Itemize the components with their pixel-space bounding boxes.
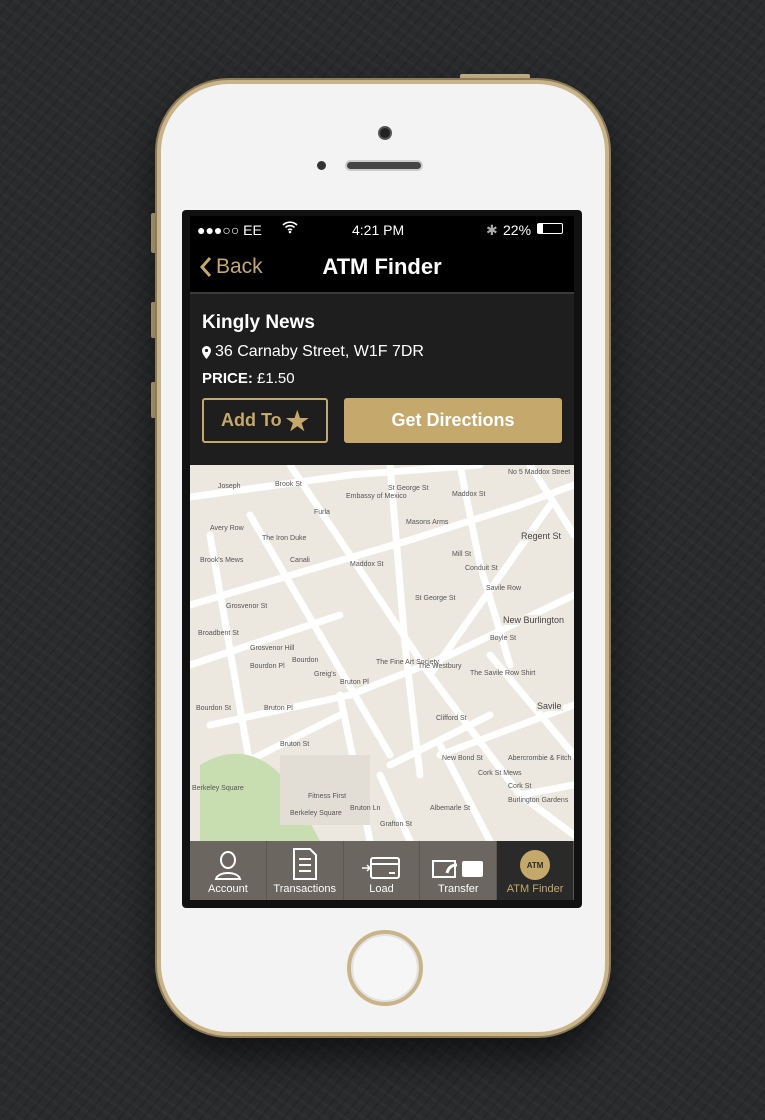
map-label: Albemarle St [430, 805, 471, 812]
map-label: Joseph [218, 483, 241, 490]
map-label: Cork St Mews [478, 770, 522, 777]
tab-transfer[interactable]: Transfer [420, 841, 498, 900]
map-label: Grosvenor Hill [250, 645, 295, 652]
add-to-label: Add To [221, 410, 282, 430]
location-price: PRICE: £1.50 [202, 370, 562, 387]
map-label: Greig's [314, 671, 336, 678]
map-label: Mill St [452, 551, 472, 558]
home-button[interactable] [347, 930, 423, 1006]
camera [378, 126, 392, 140]
volume-down-button [151, 382, 156, 418]
map-label: Furla [314, 509, 330, 516]
get-directions-button[interactable]: Get Directions [344, 398, 562, 443]
map-label: Savile Row [486, 585, 522, 592]
map-label: Avery Row [210, 525, 244, 532]
map-label: St George St [388, 485, 429, 492]
map-label: Bruton Pl [340, 679, 369, 686]
speaker [345, 160, 423, 171]
map-label: Embassy of Mexico [346, 493, 407, 500]
tab-bar: Account Transactions Load Transfer ATM A… [190, 841, 574, 900]
location-name: Kingly News [202, 312, 315, 333]
map-label: The Westbury [418, 663, 462, 670]
map-pin-icon [202, 345, 211, 359]
location-details: Kingly News 36 Carnaby Street, W1F 7DR P… [190, 294, 574, 464]
document-list-icon [292, 848, 317, 880]
tab-transactions[interactable]: Transactions [267, 841, 344, 900]
transfer-wallet-icon [432, 860, 484, 878]
tab-account[interactable]: Account [190, 841, 267, 900]
map-view[interactable]: Joseph Brook St Embassy of Mexico St Geo… [190, 465, 574, 841]
map-label: Canali [290, 557, 310, 564]
battery-percent: 22% [503, 222, 532, 238]
map-label: Grosvenor St [226, 603, 268, 610]
map-label: Burlington Gardens [508, 797, 569, 804]
map-label: The Savile Row Shirt [470, 670, 536, 677]
battery-icon [537, 223, 563, 234]
location-address: 36 Carnaby Street, W1F 7DR [202, 343, 562, 361]
tab-label: Transfer [438, 883, 479, 895]
price-label: PRICE: [202, 370, 253, 387]
map-label: New Bond St [442, 755, 483, 762]
map-label: St George St [415, 595, 456, 602]
map-label: The Iron Duke [262, 535, 307, 542]
tab-label: Account [208, 883, 248, 895]
page-title: ATM Finder [322, 254, 442, 279]
map-label: No 5 Maddox Street [508, 469, 571, 476]
map-label: Bourdon Pl [250, 663, 285, 670]
map-label: Bourdon [292, 657, 319, 664]
sensor [317, 161, 326, 170]
atm-icon: ATM [520, 850, 551, 880]
map-label: Masons Arms [406, 519, 449, 526]
map-label: Maddox St [452, 491, 486, 498]
card-icon [362, 857, 401, 879]
person-icon [214, 851, 242, 880]
map-label: Grafton St [380, 821, 412, 828]
tab-label: Load [369, 883, 394, 895]
map-label: Bruton St [280, 741, 310, 748]
map-label: Maddox St [350, 561, 384, 568]
map-label: Brook's Mews [200, 557, 244, 564]
address-text: 36 Carnaby Street, W1F 7DR [215, 343, 424, 360]
map-label: New Burlington [502, 615, 566, 625]
power-button [460, 74, 530, 79]
map-label: Conduit St [465, 565, 498, 572]
tab-atm-finder[interactable]: ATM ATM Finder [497, 841, 574, 900]
map-label: Berkeley Square [192, 785, 244, 792]
map-label: Cork St [508, 783, 532, 790]
screen: ●●●○○ EE 4:21 PM ✱ 22% Back ATM Finder K… [182, 210, 582, 908]
price-value: £1.50 [257, 370, 295, 387]
map-label: Clifford St [436, 715, 467, 722]
status-bar: ●●●○○ EE 4:21 PM ✱ 22% [190, 216, 574, 242]
navigation-bar: Back ATM Finder [190, 242, 574, 294]
map-label: Savile [536, 701, 563, 711]
tab-label: ATM Finder [506, 883, 564, 895]
map-label: Bruton Pl [264, 705, 293, 712]
map-label: Berkeley Square [290, 810, 342, 817]
clock: 4:21 PM [352, 222, 405, 238]
carrier: ●●●○○ EE [197, 222, 262, 238]
map-label: Fitness First [308, 793, 347, 800]
map-label: Abercrombie & Fitch [508, 755, 572, 762]
bluetooth-icon: ✱ [486, 222, 498, 238]
map-label: Regent St [520, 531, 563, 541]
map-label: Broadbent St [198, 630, 239, 637]
wifi-icon [282, 220, 298, 237]
map-label: Bourdon St [196, 705, 232, 712]
map-label: Brook St [275, 481, 302, 488]
volume-up-button [151, 302, 156, 338]
add-to-favourites-button[interactable]: Add To ★ [202, 398, 328, 443]
map-label: Boyle St [490, 635, 517, 642]
map-label: Bruton Ln [350, 805, 381, 812]
tab-load[interactable]: Load [344, 841, 421, 900]
tab-label: Transactions [273, 883, 336, 895]
mute-switch [151, 213, 156, 253]
star-icon: ★ [285, 405, 309, 436]
